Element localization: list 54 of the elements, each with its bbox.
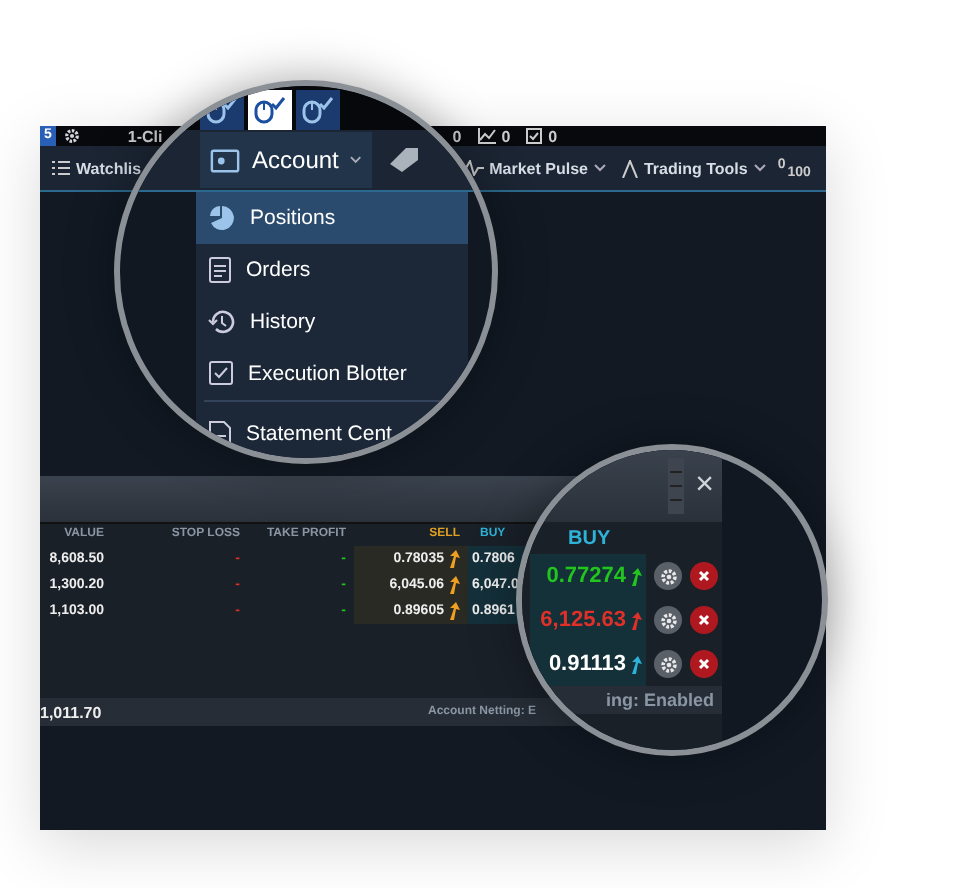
counter: 0 <box>501 127 511 145</box>
pie-chart-icon <box>208 203 236 231</box>
mouse-icon <box>302 96 334 124</box>
grip-icon <box>667 458 684 514</box>
chevron-icon <box>350 156 362 164</box>
mouse-icon <box>206 96 238 124</box>
document-icon <box>208 419 232 447</box>
gear-icon <box>659 655 677 673</box>
gear-icon <box>63 128 80 144</box>
close-position-button[interactable] <box>690 562 718 590</box>
counter: 0 <box>452 127 462 145</box>
arrow-icon <box>630 611 642 629</box>
menu-item[interactable]: Execution Blotter <box>196 348 468 400</box>
account-menu-button[interactable]: Account <box>200 132 372 188</box>
mode-tab[interactable] <box>296 90 340 130</box>
document-icon <box>208 255 232 283</box>
netting-status: ing: Enabled <box>606 690 714 710</box>
list-icon <box>52 160 70 176</box>
settings-button[interactable] <box>654 606 682 634</box>
mouse-icon <box>254 96 286 124</box>
close-button[interactable]: × <box>695 468 714 504</box>
arrow-icon <box>630 567 642 585</box>
chart-icon <box>477 128 496 144</box>
gear-icon <box>659 567 677 585</box>
mode-tab[interactable] <box>248 90 292 130</box>
close-icon <box>698 570 710 582</box>
chevron-icon <box>753 164 766 172</box>
menu-item[interactable]: Statement Cent <box>196 408 468 458</box>
wallet-icon <box>210 147 241 173</box>
toolbar-tab[interactable]: Watchlis <box>76 159 142 177</box>
settings-button[interactable] <box>654 562 682 590</box>
arrow-icon <box>630 655 642 673</box>
checkbox-icon <box>208 360 234 386</box>
total-value: 1,011.70 <box>40 703 102 721</box>
close-icon <box>698 658 710 670</box>
toolbar-tab[interactable]: Market Pulse <box>489 159 588 177</box>
close-position-button[interactable] <box>690 606 718 634</box>
menu-item[interactable]: Positions <box>196 192 468 244</box>
close-icon <box>698 614 710 626</box>
history-icon <box>208 307 236 335</box>
counter: 0 <box>548 127 558 145</box>
close-position-button[interactable] <box>690 650 718 678</box>
gear-icon <box>659 611 677 629</box>
toolbar-tab[interactable]: Trading Tools <box>643 159 748 177</box>
buy-price: 0.91113 <box>548 652 626 676</box>
column-header: BUY <box>568 527 611 549</box>
menu-item[interactable]: Orders <box>196 244 468 296</box>
settings-button[interactable] <box>654 650 682 678</box>
buy-price: 0.77274 <box>546 564 626 588</box>
lambda-icon <box>621 159 638 177</box>
one-click-label: 1-Cli <box>127 127 163 145</box>
chevron-icon <box>593 164 606 172</box>
checkbox-icon <box>526 128 543 144</box>
menu-item[interactable]: History <box>196 296 468 348</box>
